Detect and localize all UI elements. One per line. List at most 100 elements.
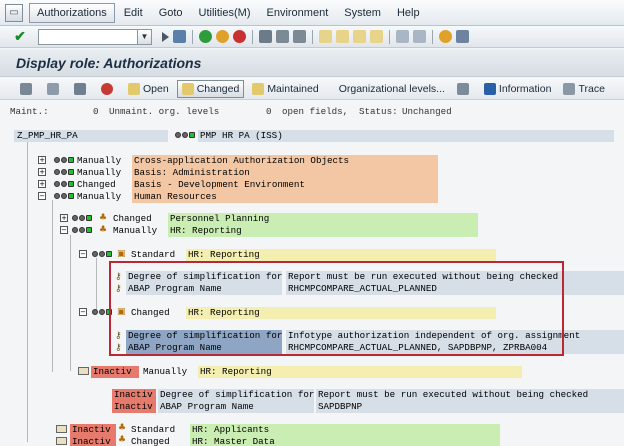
lamp-green-icon: [86, 215, 92, 221]
delete-button[interactable]: [97, 80, 120, 98]
back-icon[interactable]: [199, 30, 212, 43]
row-text[interactable]: HR: Applicants: [192, 424, 269, 436]
expand-node-icon[interactable]: +: [38, 168, 46, 176]
status-lamps: [54, 181, 74, 187]
lamp-icon: [99, 309, 105, 315]
row-text[interactable]: HR: Reporting: [200, 366, 272, 378]
org-person-icon: ♣: [118, 435, 127, 445]
status-value: Unchanged: [402, 106, 452, 117]
org-person-icon: ♣: [99, 213, 108, 223]
row-text[interactable]: HR: Reporting: [188, 249, 260, 261]
collapse-node-icon[interactable]: −: [79, 308, 87, 316]
row-text[interactable]: HR: Master Data: [192, 436, 275, 446]
row-text[interactable]: HR: Reporting: [170, 225, 242, 237]
auth-object-icon: ▣: [117, 249, 126, 259]
table-icon: [456, 82, 469, 95]
tree-line: [27, 142, 28, 442]
open-fields-label: open fields,: [282, 106, 349, 117]
menu-authorizations[interactable]: Authorizations: [29, 2, 115, 23]
cancel-icon[interactable]: [233, 30, 246, 43]
row-text[interactable]: Cross-application Authorization Objects: [134, 155, 349, 167]
changed-folder-icon: [181, 82, 194, 95]
lamp-icon: [92, 251, 98, 257]
expand-icon: [47, 82, 59, 95]
save-icon[interactable]: [173, 30, 186, 43]
row-text[interactable]: Basis - Development Environment: [134, 179, 305, 191]
field-value[interactable]: Report must be run executed without bein…: [318, 389, 588, 401]
new-session-icon[interactable]: [396, 30, 409, 43]
generate-icon: [74, 82, 86, 95]
expand-node-icon[interactable]: +: [60, 214, 68, 222]
next-page-icon[interactable]: [353, 30, 366, 43]
expand-node-icon[interactable]: +: [38, 156, 46, 164]
field-value[interactable]: SAPDBPNP: [318, 401, 362, 413]
table-view-button[interactable]: [453, 80, 476, 98]
open-button[interactable]: Open: [124, 80, 173, 98]
information-button[interactable]: Information: [480, 80, 556, 98]
maintained-button[interactable]: Maintained: [248, 80, 322, 98]
unmaint-label: Unmaint. org. levels: [109, 106, 220, 117]
lamp-icon: [54, 193, 60, 199]
status-lamps: [92, 251, 112, 257]
collapse-node-icon[interactable]: −: [60, 226, 68, 234]
generate-button[interactable]: [70, 80, 93, 98]
inactive-flag: Inactiv: [72, 436, 111, 446]
toggle-display-button[interactable]: [16, 80, 39, 98]
layout-icon[interactable]: [456, 30, 469, 43]
menu-edit[interactable]: Edit: [117, 4, 150, 22]
command-dropdown-icon[interactable]: ▼: [138, 28, 152, 45]
status-label: Status:: [359, 106, 398, 117]
row-text[interactable]: Human Resources: [134, 191, 217, 203]
row-status: Changed: [77, 179, 116, 190]
root-desc: PMP HR PA (ISS): [200, 130, 283, 141]
menu-utilities[interactable]: Utilities(M): [192, 4, 258, 22]
print-icon[interactable]: [259, 30, 272, 43]
find-next-icon[interactable]: [293, 30, 306, 43]
menu-bar: ▭ Authorizations Edit Goto Utilities(M) …: [0, 0, 624, 26]
row-text[interactable]: Personnel Planning: [170, 213, 269, 225]
status-lamps: [54, 169, 74, 175]
org-levels-button[interactable]: Organizational levels...: [335, 80, 449, 98]
expand-node-icon[interactable]: +: [38, 180, 46, 188]
status-lamps: [72, 215, 92, 221]
folder-icon: [78, 367, 89, 375]
row-status: Standard: [131, 249, 176, 260]
inactive-flag: Inactiv: [114, 389, 153, 400]
menu-goto[interactable]: Goto: [152, 4, 190, 22]
changed-label: Changed: [196, 82, 240, 95]
information-label: Information: [498, 82, 552, 95]
tree-line: [96, 258, 97, 314]
glasses-icon: [20, 82, 32, 95]
collapse-node-icon[interactable]: −: [79, 250, 87, 258]
back-arrow-icon[interactable]: [162, 31, 169, 42]
menu-environment[interactable]: Environment: [260, 4, 336, 22]
row-status: Changed: [113, 213, 152, 224]
maint-label: Maint.:: [10, 106, 49, 117]
lamp-icon: [61, 181, 67, 187]
command-field[interactable]: [38, 28, 138, 45]
previous-page-icon[interactable]: [336, 30, 349, 43]
lamp-icon: [61, 157, 67, 163]
menu-system[interactable]: System: [337, 4, 388, 22]
lamp-green-icon: [68, 193, 74, 199]
enter-check-icon[interactable]: ✔: [12, 28, 28, 45]
help-icon[interactable]: [439, 30, 452, 43]
changed-button[interactable]: Changed: [176, 79, 245, 98]
find-icon[interactable]: [276, 30, 289, 43]
first-page-icon[interactable]: [319, 30, 332, 43]
open-count: 0: [266, 106, 272, 117]
lamp-green-icon: [68, 169, 74, 175]
exit-icon[interactable]: [216, 30, 229, 43]
row-text[interactable]: Basis: Administration: [134, 167, 250, 179]
window-menu-icon[interactable]: ▭: [5, 3, 23, 22]
lamp-green-icon: [68, 181, 74, 187]
lamp-icon: [99, 251, 105, 257]
menu-help[interactable]: Help: [390, 4, 427, 22]
last-page-icon[interactable]: [370, 30, 383, 43]
tree-line: [70, 235, 71, 371]
lamp-icon: [79, 215, 85, 221]
collapse-node-icon[interactable]: −: [38, 192, 46, 200]
expand-button[interactable]: [43, 80, 66, 98]
trace-button[interactable]: Trace: [559, 80, 608, 98]
shortcut-icon[interactable]: [413, 30, 426, 43]
